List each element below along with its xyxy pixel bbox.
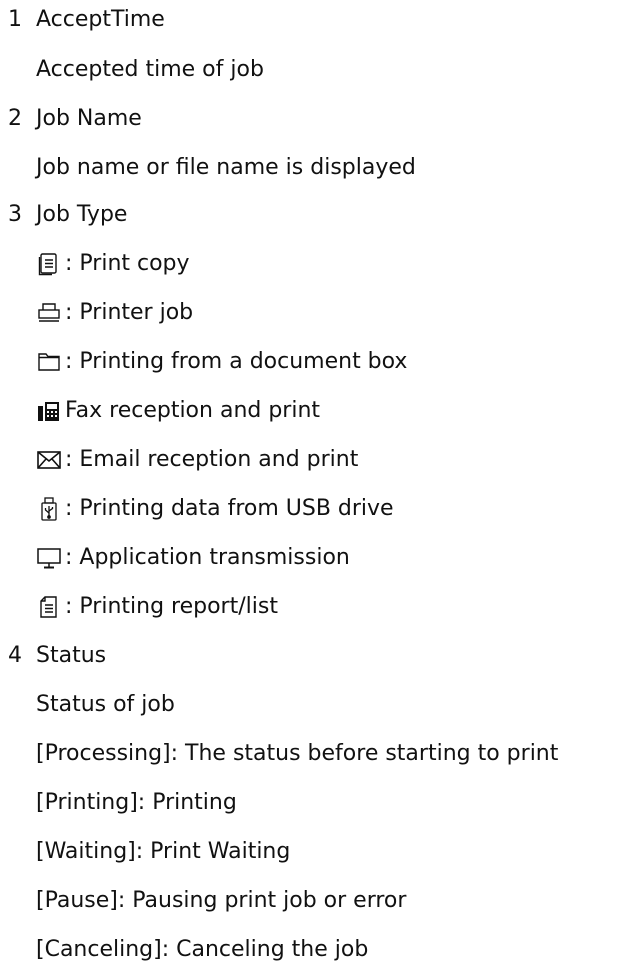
job-type-item: : Printer job	[36, 298, 193, 328]
job-type-item: : Printing data from USB drive	[36, 494, 394, 524]
usb-drive-icon	[36, 496, 62, 522]
section-number: 1	[8, 7, 22, 32]
job-type-item: : Printing report/list	[36, 592, 278, 622]
section-description: Job name or file name is displayed	[36, 155, 416, 180]
section-title: Job Type	[36, 202, 128, 227]
section-number: 3	[8, 202, 22, 227]
section-description: Status of job	[36, 692, 175, 717]
job-type-label: : Application transmission	[65, 545, 350, 570]
status-definition: [Pause]: Pausing print job or error	[36, 888, 407, 913]
job-type-item: Fax reception and print	[36, 396, 320, 426]
status-definition: [Waiting]: Print Waiting	[36, 839, 291, 864]
job-type-label: : Email reception and print	[65, 447, 359, 472]
job-type-item: : Email reception and print	[36, 445, 358, 475]
copy-icon	[36, 251, 62, 277]
job-type-item: : Print copy	[36, 249, 190, 279]
job-type-label: : Print copy	[65, 251, 190, 276]
folder-icon	[36, 349, 62, 375]
report-icon	[36, 594, 62, 620]
printer-icon	[36, 300, 62, 326]
job-type-label: : Printing from a document box	[65, 349, 408, 374]
status-definition: [Printing]: Printing	[36, 790, 237, 815]
job-type-label: : Printing report/list	[65, 594, 278, 619]
email-icon	[36, 447, 62, 473]
section-title: AcceptTime	[36, 7, 165, 32]
monitor-icon	[36, 545, 62, 571]
job-type-label: Fax reception and print	[65, 398, 321, 423]
job-type-label: : Printing data from USB drive	[65, 496, 394, 521]
job-type-item: : Application transmission	[36, 543, 350, 573]
fax-icon	[36, 398, 62, 424]
section-number: 4	[8, 643, 22, 668]
status-definition: [Processing]: The status before starting…	[36, 741, 559, 766]
section-number: 2	[8, 106, 22, 131]
job-type-label: : Printer job	[65, 300, 194, 325]
section-title: Job Name	[36, 106, 142, 131]
section-description: Accepted time of job	[36, 57, 264, 82]
job-type-item: : Printing from a document box	[36, 347, 407, 377]
section-title: Status	[36, 643, 107, 668]
status-definition: [Canceling]: Canceling the job	[36, 937, 369, 962]
